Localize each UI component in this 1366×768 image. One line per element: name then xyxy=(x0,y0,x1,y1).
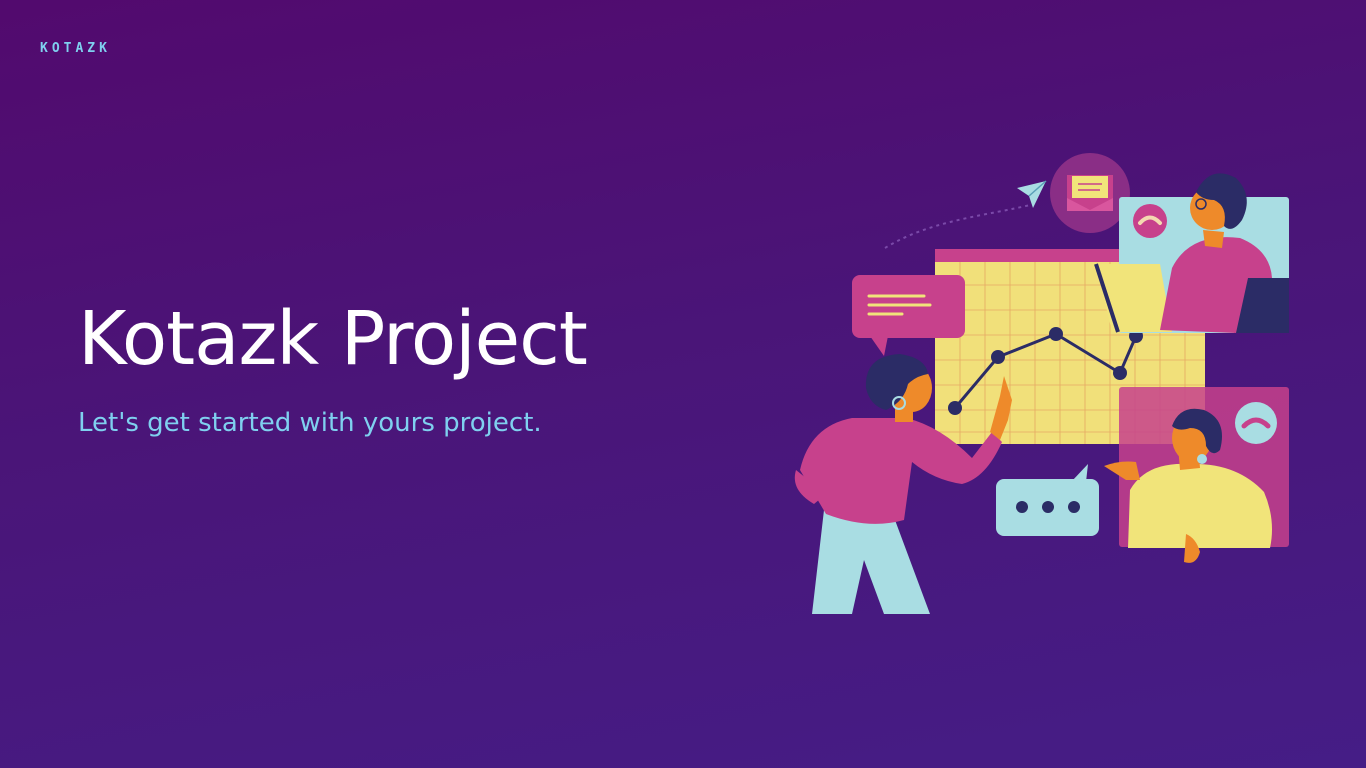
brand-logo: KOTAZK xyxy=(40,41,111,56)
video-call-bottom xyxy=(1104,387,1289,563)
phone-icon xyxy=(1133,204,1167,238)
team-collaboration-illustration xyxy=(794,153,1289,614)
video-call-top xyxy=(1094,173,1289,333)
mail-icon xyxy=(1050,153,1130,233)
paper-plane-icon xyxy=(1017,180,1047,208)
page-subtitle: Let's get started with yours project. xyxy=(78,408,542,438)
phone-icon xyxy=(1235,402,1277,444)
page-title: Kotazk Project xyxy=(78,296,588,382)
typing-bubble-icon xyxy=(996,464,1099,536)
